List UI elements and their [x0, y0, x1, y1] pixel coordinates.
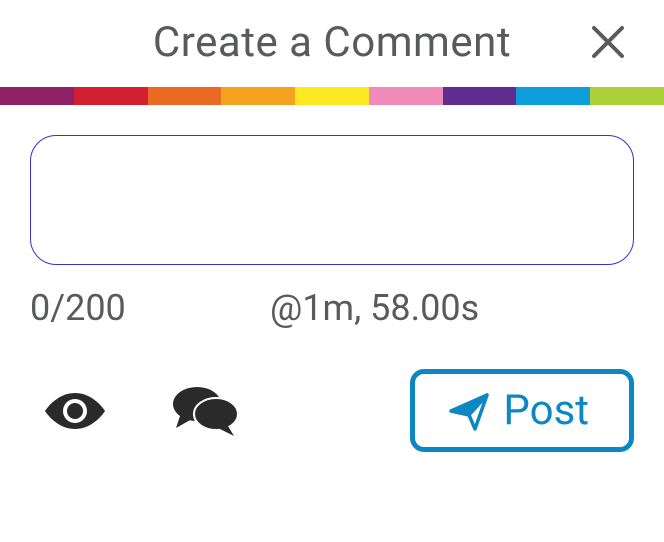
timestamp-label: @1m, 58.00s	[270, 287, 634, 329]
eye-icon	[42, 389, 108, 433]
post-button-label: Post	[503, 386, 589, 435]
actions-row: Post	[0, 369, 664, 452]
send-icon	[449, 391, 489, 431]
dialog-header: Create a Comment	[0, 0, 664, 87]
comment-input[interactable]	[30, 135, 634, 265]
close-button[interactable]	[588, 22, 628, 62]
dialog-body: 0/200 @1m, 58.00s	[0, 105, 664, 329]
dialog-title: Create a Comment	[153, 18, 511, 67]
char-counter: 0/200	[30, 287, 270, 329]
comments-button[interactable]	[160, 381, 250, 441]
rainbow-divider	[0, 87, 664, 105]
input-meta-row: 0/200 @1m, 58.00s	[30, 287, 634, 329]
comments-icon	[170, 384, 240, 438]
post-button[interactable]: Post	[410, 369, 634, 452]
close-icon	[590, 24, 626, 60]
visibility-button[interactable]	[30, 381, 120, 441]
